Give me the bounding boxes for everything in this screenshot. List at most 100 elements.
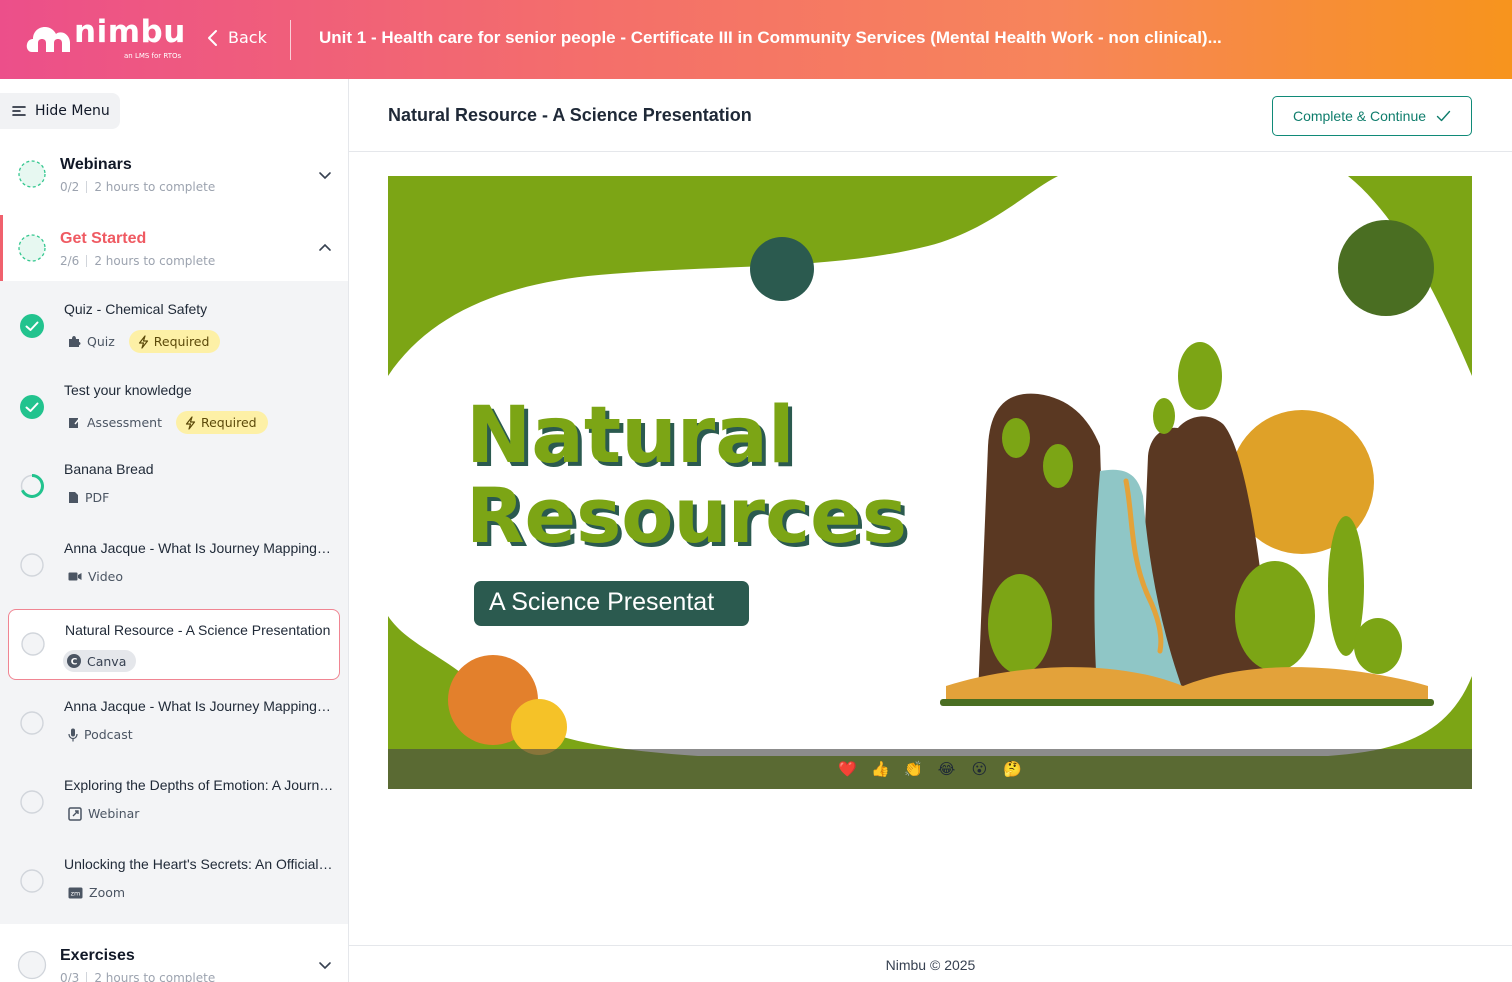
- lesson-item[interactable]: Test your knowledge Assessment Required: [0, 362, 348, 441]
- nimbu-logo[interactable]: nimbu an LMS for RTOs: [26, 14, 186, 62]
- section-meta: 0/2 2 hours to complete: [60, 180, 215, 194]
- footer: Nimbu © 2025: [349, 945, 1512, 982]
- lesson-meta: PDF: [68, 490, 109, 505]
- lesson-item[interactable]: Anna Jacque - What Is Journey Mapping? |…: [0, 520, 348, 599]
- lesson-meta: Webinar: [68, 806, 139, 821]
- logo-tagline: an LMS for RTOs: [124, 52, 182, 60]
- empty-circle-icon: [20, 711, 44, 735]
- reaction-thinking[interactable]: 🤔: [1003, 760, 1022, 779]
- canva-icon: C: [67, 654, 81, 668]
- puzzle-icon: [69, 336, 81, 347]
- required-label: Required: [153, 334, 210, 349]
- chevron-down-icon: [319, 962, 331, 970]
- section-progress-icon: [17, 950, 47, 980]
- lesson-meta: Podcast: [68, 727, 133, 742]
- section-progress: 2/6: [60, 254, 80, 268]
- footer-copyright: Nimbu © 2025: [885, 957, 976, 973]
- section-meta: 2/6 2 hours to complete: [60, 254, 215, 268]
- lesson-meta: zm Zoom: [68, 885, 125, 900]
- hide-menu-label: Hide Menu: [35, 103, 110, 119]
- svg-text:C: C: [71, 658, 78, 668]
- lesson-title: Unlocking the Heart's Secrets: An Offici…: [64, 856, 334, 872]
- back-label: Back: [228, 28, 267, 47]
- lesson-title: Natural Resource - A Science Presentatio…: [65, 622, 331, 638]
- section-get-started[interactable]: Get Started 2/6 2 hours to complete: [0, 215, 348, 281]
- empty-circle-icon: [20, 869, 44, 893]
- reaction-bar: ❤️ 👍 👏 😂 😮 🤔: [388, 749, 1472, 789]
- section-title: Get Started: [60, 230, 147, 247]
- lesson-meta: C Canva: [63, 650, 137, 672]
- hide-menu-button[interactable]: Hide Menu: [0, 93, 120, 129]
- file-icon: [69, 492, 78, 503]
- reaction-heart[interactable]: ❤️: [838, 760, 857, 779]
- lesson-item[interactable]: Exploring the Depths of Emotion: A Journ…: [0, 757, 348, 836]
- section-exercises[interactable]: Exercises 0/3 2 hours to complete: [0, 939, 348, 982]
- lesson-type: Quiz: [87, 334, 115, 349]
- required-badge: Required: [175, 411, 268, 434]
- svg-text:Natural: Natural: [466, 391, 795, 481]
- back-button[interactable]: Back: [206, 28, 267, 47]
- section-webinars[interactable]: Webinars 0/2 2 hours to complete: [0, 147, 348, 213]
- chevron-left-icon: [208, 29, 217, 46]
- section-title: Webinars: [60, 156, 132, 173]
- required-label: Required: [200, 415, 257, 430]
- reaction-thumbs-up[interactable]: 👍: [871, 760, 890, 779]
- slide-illustration: Natural Natural Resources Resources: [388, 176, 1472, 789]
- lesson-type: Canva: [87, 653, 127, 669]
- lesson-title: Anna Jacque - What Is Journey Mapping? |…: [64, 698, 334, 714]
- lesson-item[interactable]: Anna Jacque - What Is Journey Mapping? |…: [0, 678, 348, 757]
- required-badge: Required: [128, 330, 221, 353]
- content-header: Natural Resource - A Science Presentatio…: [349, 79, 1512, 152]
- chevron-up-icon: [319, 243, 331, 251]
- reaction-surprised[interactable]: 😮: [970, 760, 989, 779]
- slide-subtitle: A Science Presentat: [489, 588, 715, 616]
- lesson-item[interactable]: Banana Bread PDF: [0, 441, 348, 520]
- course-title: Unit 1 - Health care for senior people -…: [319, 28, 1222, 47]
- empty-circle-icon: [21, 632, 45, 656]
- menu-lines-icon: [12, 106, 26, 116]
- chevron-down-icon: [319, 172, 331, 180]
- lesson-item[interactable]: Quiz - Chemical Safety Quiz Required: [0, 281, 348, 360]
- section-duration: 2 hours to complete: [94, 971, 216, 982]
- top-bar: nimbu an LMS for RTOs Back Unit 1 - Heal…: [0, 0, 1512, 79]
- zoom-icon: zm: [68, 887, 83, 898]
- complete-continue-button[interactable]: Complete & Continue: [1272, 96, 1472, 136]
- lesson-title: Test your knowledge: [64, 382, 192, 398]
- lesson-list: Quiz - Chemical Safety Quiz Required Tes…: [0, 281, 348, 924]
- lesson-meta: Assessment Required: [68, 411, 268, 434]
- lesson-type: Webinar: [88, 806, 140, 821]
- complete-continue-label: Complete & Continue: [1292, 108, 1427, 124]
- webinar-icon: [68, 806, 82, 821]
- lesson-item-current[interactable]: Natural Resource - A Science Presentatio…: [8, 609, 340, 680]
- canva-embed[interactable]: Natural Natural Resources Resources A Sc…: [388, 176, 1472, 789]
- section-progress-icon: [18, 234, 46, 262]
- section-title: Exercises: [60, 947, 135, 964]
- lesson-type: Zoom: [89, 885, 126, 900]
- checkmark-icon: [1436, 110, 1451, 122]
- header-divider: [290, 20, 291, 60]
- edit-icon: [69, 417, 81, 428]
- lesson-item[interactable]: Unlocking the Heart's Secrets: An Offici…: [0, 836, 348, 915]
- lesson-title: Quiz - Chemical Safety: [64, 301, 208, 317]
- lesson-meta: Quiz Required: [68, 330, 221, 353]
- reaction-clap[interactable]: 👏: [904, 760, 923, 779]
- lightning-icon: [185, 415, 196, 430]
- lesson-meta: Video: [68, 569, 123, 584]
- sidebar: Hide Menu Webinars 0/2 2 hours to complet…: [0, 79, 349, 982]
- empty-circle-icon: [20, 553, 44, 577]
- svg-text:Resources: Resources: [466, 471, 907, 560]
- canva-badge: C Canva: [63, 650, 137, 672]
- check-circle-icon: [20, 395, 44, 419]
- section-meta: 0/3 2 hours to complete: [60, 971, 215, 982]
- section-duration: 2 hours to complete: [94, 254, 216, 268]
- section-progress: 0/3: [60, 971, 80, 982]
- reaction-laugh[interactable]: 😂: [937, 760, 956, 779]
- progress-ring-icon: [20, 474, 44, 498]
- svg-text:zm: zm: [71, 889, 81, 897]
- empty-circle-icon: [20, 790, 44, 814]
- lesson-type: Assessment: [87, 415, 162, 430]
- section-progress: 0/2: [60, 180, 80, 194]
- lesson-type: Podcast: [84, 727, 133, 742]
- lesson-title: Exploring the Depths of Emotion: A Journ…: [64, 777, 334, 793]
- lesson-title: Banana Bread: [64, 461, 154, 477]
